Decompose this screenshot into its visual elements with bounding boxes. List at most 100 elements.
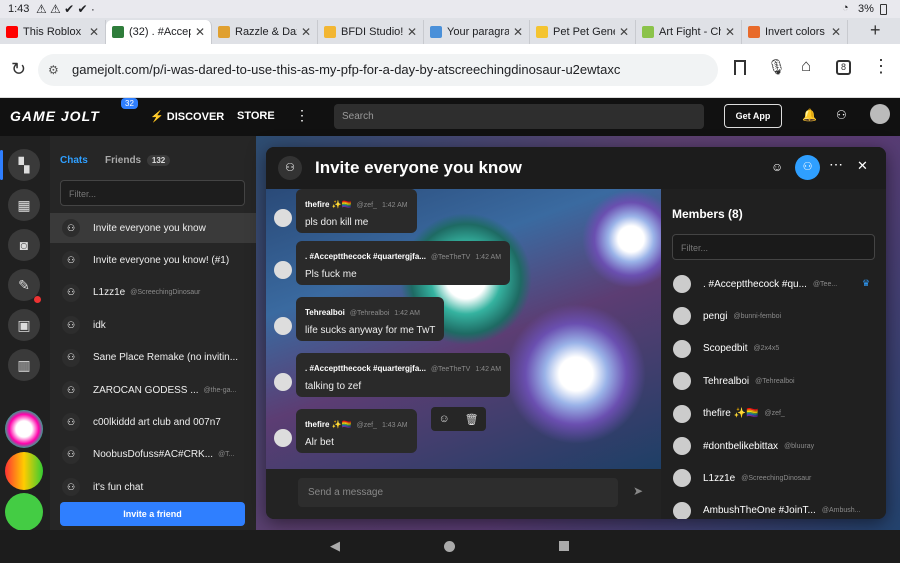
- chat-list-item[interactable]: ⚇ ZAROCAN GODESS ... @the-ga...: [50, 375, 256, 405]
- more-menu-icon[interactable]: ⋮: [295, 107, 309, 124]
- new-tab-button[interactable]: +: [870, 20, 881, 41]
- browser-tab[interactable]: Invert colors o ✕: [742, 20, 848, 44]
- chat-name: c00lkiddd art club and 007n7: [93, 416, 221, 428]
- tab-chats[interactable]: Chats: [60, 155, 88, 166]
- message-author[interactable]: thefire ✨🏳️‍🌈: [305, 200, 352, 209]
- close-tab-icon[interactable]: ✕: [725, 25, 735, 39]
- message-input[interactable]: Send a message: [298, 478, 618, 507]
- browser-tab[interactable]: Razzle & Dazz ✕: [212, 20, 318, 44]
- close-tab-icon[interactable]: ✕: [831, 25, 841, 39]
- send-icon[interactable]: ➤: [633, 484, 643, 498]
- store-link[interactable]: STORE: [237, 110, 275, 122]
- member-item[interactable]: . #Acceptthecock #qu... @Tee...: [673, 273, 878, 295]
- close-tab-icon[interactable]: ✕: [301, 25, 311, 39]
- site-info-icon[interactable]: ⚙: [48, 54, 59, 86]
- home-feed-button[interactable]: ▚: [8, 149, 40, 181]
- home-icon[interactable]: ⌂: [801, 56, 811, 76]
- library-icon: ▥: [17, 356, 31, 373]
- close-tab-icon[interactable]: ✕: [407, 25, 417, 39]
- favicon-icon: [748, 26, 760, 38]
- message-handle: @zef_: [356, 202, 377, 209]
- message-author[interactable]: thefire ✨🏳️‍🌈: [305, 420, 352, 429]
- bookmark-icon[interactable]: [734, 60, 746, 75]
- mic-icon[interactable]: 🎙: [767, 58, 786, 76]
- close-icon[interactable]: ✕: [857, 158, 868, 174]
- message-avatar[interactable]: [274, 317, 292, 335]
- close-tab-icon[interactable]: ✕: [89, 25, 99, 39]
- close-tab-icon[interactable]: ✕: [195, 25, 205, 39]
- members-filter-input[interactable]: Filter...: [672, 234, 875, 260]
- browser-tab[interactable]: Art Fight - Ch ✕: [636, 20, 742, 44]
- community-icon-3[interactable]: [5, 493, 43, 531]
- add-reaction-icon[interactable]: ☺: [438, 413, 449, 425]
- member-item[interactable]: Tehrealboi @Tehrealboi: [673, 370, 878, 392]
- search-input[interactable]: Search: [334, 104, 704, 129]
- friends-icon[interactable]: ⚇: [836, 108, 847, 122]
- chat-list-item[interactable]: ⚇ c00lkiddd art club and 007n7: [50, 407, 256, 437]
- message-avatar[interactable]: [274, 209, 292, 227]
- add-member-icon[interactable]: ☺: [771, 160, 783, 174]
- tab-friends[interactable]: Friends 132: [105, 155, 171, 166]
- tab-switcher-button[interactable]: 8: [836, 60, 851, 75]
- favicon-icon: [112, 26, 124, 38]
- store-button[interactable]: ▦: [8, 189, 40, 221]
- community-icon-1[interactable]: [5, 410, 43, 448]
- browser-menu-icon[interactable]: ⋮: [872, 56, 890, 77]
- user-avatar[interactable]: [870, 104, 890, 124]
- browser-tab[interactable]: (32) . #Accep ✕: [106, 20, 212, 44]
- browser-tab[interactable]: Pet Pet Gener ✕: [530, 20, 636, 44]
- chat-window: ⚇ Invite everyone you know ☺ ⚇ ⋯ ✕ thefi…: [266, 147, 886, 519]
- chat-options-icon[interactable]: ⋯: [829, 156, 843, 173]
- chat-list-item[interactable]: ⚇ NoobusDofuss#AC#CRK... @T...: [50, 440, 256, 470]
- close-tab-icon[interactable]: ✕: [513, 25, 523, 39]
- bell-icon[interactable]: 🔔: [802, 108, 817, 122]
- home-button[interactable]: [444, 541, 455, 552]
- browser-tab[interactable]: This Roblox H ✕: [0, 20, 106, 44]
- message-time: 1:42 AM: [475, 366, 502, 373]
- notification-icons: ⚠ ✔ ✔ ·: [50, 2, 95, 16]
- backpack-button[interactable]: ◙: [8, 229, 40, 261]
- message-author[interactable]: . #Acceptthecock #quartergjfa...: [305, 252, 426, 261]
- discover-link[interactable]: ⚡ DISCOVER: [150, 110, 224, 123]
- message-avatar[interactable]: [274, 261, 292, 279]
- chat-list-item[interactable]: ⚇ Sane Place Remake (no invitin...: [50, 343, 256, 373]
- member-item[interactable]: L1zz1e @ScreechingDinosaur: [673, 467, 878, 489]
- member-item[interactable]: Scopedbit @2x4x5: [673, 338, 878, 360]
- chat-filter-input[interactable]: Filter...: [60, 180, 245, 206]
- reload-icon[interactable]: ↻: [11, 59, 26, 80]
- invite-friend-button[interactable]: Invite a friend: [60, 502, 245, 526]
- chat-list-item[interactable]: ⚇ Invite everyone you know: [50, 213, 256, 243]
- members-toggle-button[interactable]: ⚇: [795, 155, 820, 180]
- gamejolt-logo[interactable]: GAME JOLT: [10, 108, 100, 124]
- browser-tab[interactable]: Your paragrap ✕: [424, 20, 530, 44]
- chat-list-item[interactable]: ⚇ idk: [50, 310, 256, 340]
- recents-button[interactable]: [559, 541, 569, 551]
- chat-name: Invite everyone you know! (#1): [93, 254, 230, 266]
- library-button[interactable]: ▥: [8, 349, 40, 381]
- get-app-button[interactable]: Get App: [724, 104, 782, 128]
- member-item[interactable]: thefire ✨🏳️‍🌈 @zef_: [673, 403, 878, 425]
- member-item[interactable]: pengi @bunni-femboi: [673, 305, 878, 327]
- friends-count-badge: 132: [146, 155, 171, 166]
- back-button[interactable]: ◀: [330, 538, 340, 554]
- message-author[interactable]: . #Acceptthecock #quartergjfa...: [305, 364, 426, 373]
- chat-list-item[interactable]: ⚇ L1zz1e @ScreechingDinosaur: [50, 278, 256, 308]
- browser-toolbar: ↻ ⚙ gamejolt.com/p/i-was-dared-to-use-th…: [0, 44, 900, 98]
- member-handle: @2x4x5: [753, 345, 780, 353]
- chat-list-item[interactable]: ⚇ it's fun chat: [50, 472, 256, 502]
- community-icon-2[interactable]: [5, 452, 43, 490]
- delete-icon[interactable]: 🗑: [465, 413, 479, 426]
- chat-list-item[interactable]: ⚇ Invite everyone you know! (#1): [50, 245, 256, 275]
- message-author[interactable]: Tehrealboi: [305, 308, 345, 317]
- browser-tab[interactable]: BFDI Studio! - ✕: [318, 20, 424, 44]
- close-tab-icon[interactable]: ✕: [619, 25, 629, 39]
- member-item[interactable]: AmbushTheOne #JoinT... @Ambush...: [673, 500, 878, 519]
- message-header: . #Acceptthecock #quartergjfa... @TeeTheT…: [305, 358, 501, 376]
- message-avatar[interactable]: [274, 373, 292, 391]
- message-avatar[interactable]: [274, 429, 292, 447]
- member-avatar: [673, 307, 691, 326]
- battery-icon: [880, 4, 887, 15]
- address-bar[interactable]: ⚙ gamejolt.com/p/i-was-dared-to-use-this…: [38, 54, 718, 86]
- chat-button[interactable]: ▣: [8, 309, 40, 341]
- member-item[interactable]: #dontbelikebittax @bluuray: [673, 435, 878, 457]
